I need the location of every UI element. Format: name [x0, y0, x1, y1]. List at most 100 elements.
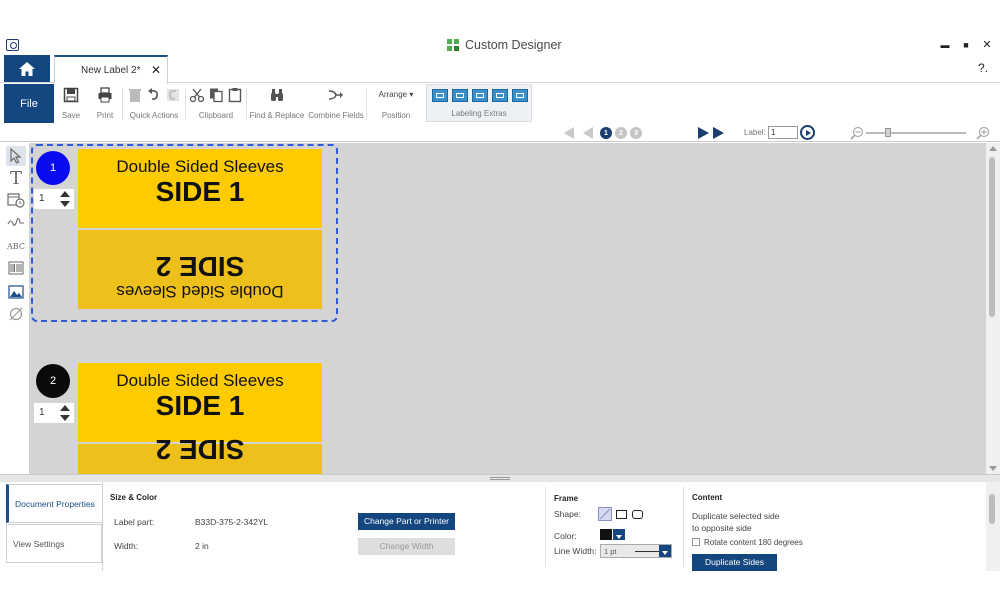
- splitter-grip-icon[interactable]: [490, 477, 510, 480]
- label-1-side-2[interactable]: Double Sided Sleeves SIDE 2: [78, 230, 322, 309]
- line-width-select[interactable]: 1 pt: [600, 544, 672, 558]
- print-group[interactable]: Print: [92, 84, 118, 124]
- paste-icon[interactable]: [227, 86, 243, 104]
- labeling-extra-icon[interactable]: [432, 89, 448, 102]
- tab-new-label-2[interactable]: New Label 2* ✕: [54, 55, 168, 84]
- change-width-button[interactable]: Change Width: [358, 538, 455, 555]
- labeling-extra-icon[interactable]: [492, 89, 508, 102]
- section-divider: [683, 487, 684, 567]
- barcode-tool[interactable]: [6, 258, 26, 278]
- home-button[interactable]: [4, 55, 50, 82]
- window-title-text: Custom Designer: [465, 38, 562, 52]
- window-title: Custom Designer: [447, 38, 562, 52]
- last-page-icon[interactable]: [713, 127, 724, 139]
- spinner-arrows-icon[interactable]: [59, 191, 71, 207]
- select-tool[interactable]: [6, 146, 26, 166]
- page-2-button[interactable]: 2: [615, 127, 627, 139]
- label-2-side-1[interactable]: Double Sided Sleeves SIDE 1: [78, 363, 322, 442]
- serial-number-icon[interactable]: [512, 89, 528, 102]
- properties-scrollbar[interactable]: [986, 482, 1000, 571]
- label-1-side-2-line-1: Double Sided Sleeves: [116, 282, 284, 301]
- object-tool-palette: T ABC: [0, 143, 30, 474]
- line-width-value: 1 pt: [604, 547, 617, 556]
- label-1-number-badge: 1: [36, 151, 70, 185]
- tab-label: New Label 2*: [81, 65, 141, 76]
- close-window-button[interactable]: ✕: [977, 38, 997, 51]
- delete-icon[interactable]: [127, 86, 143, 104]
- duplicate-sides-button[interactable]: Duplicate Sides: [692, 554, 777, 571]
- label-number-input[interactable]: 1: [768, 126, 798, 139]
- tab-view-settings[interactable]: View Settings: [6, 524, 102, 563]
- frame-color-swatch[interactable]: [600, 529, 612, 540]
- combine-fields-group[interactable]: Combine Fields: [308, 84, 364, 124]
- change-part-or-printer-button[interactable]: Change Part or Printer: [358, 513, 455, 530]
- label-1-quantity-stepper[interactable]: 1: [34, 189, 74, 209]
- line-width-caption: Line Width:: [554, 546, 597, 556]
- arrange-dropdown[interactable]: Arrange ▾: [370, 90, 422, 99]
- signature-icon: [7, 217, 24, 226]
- document-tab-bar: New Label 2* ✕ ?.: [0, 55, 1000, 84]
- close-tab-icon[interactable]: ✕: [151, 63, 161, 77]
- find-replace-group[interactable]: Find & Replace: [248, 84, 306, 124]
- page-1-button[interactable]: 1: [600, 127, 612, 139]
- labeling-extra-icon[interactable]: [472, 89, 488, 102]
- save-group[interactable]: Save: [58, 84, 84, 124]
- signature-line-tool[interactable]: [6, 212, 26, 232]
- no-frame-shape-icon[interactable]: [598, 507, 612, 521]
- frame-color-dropdown[interactable]: [613, 529, 625, 540]
- line-width-dropdown[interactable]: [659, 545, 671, 557]
- rectangle-frame-icon[interactable]: [616, 510, 627, 519]
- panel-splitter[interactable]: [0, 474, 1000, 482]
- properties-panel: Document Properties View Settings Size &…: [0, 482, 1000, 571]
- zoom-slider-track[interactable]: [866, 132, 966, 134]
- maximize-button[interactable]: ■: [956, 40, 976, 50]
- scrollbar-thumb[interactable]: [989, 494, 995, 524]
- label-1-side-1[interactable]: Double Sided Sleeves SIDE 1: [78, 149, 322, 228]
- rounded-rectangle-frame-icon[interactable]: [632, 510, 643, 519]
- help-button[interactable]: ?.: [978, 61, 988, 75]
- line-width-preview: [635, 551, 659, 552]
- label-1-side-1-line-1: Double Sided Sleeves: [116, 157, 284, 176]
- scroll-up-icon[interactable]: [989, 146, 997, 151]
- abc-icon: ABC: [7, 241, 25, 251]
- custom-designer-logo-icon: [447, 38, 460, 52]
- label-editor-canvas[interactable]: 1 1 Double Sided Sleeves SIDE 1 Double S…: [30, 143, 986, 474]
- zoom-out-icon[interactable]: [850, 126, 864, 140]
- page-3-button[interactable]: 3: [630, 127, 642, 139]
- find-replace-label: Find & Replace: [249, 111, 305, 120]
- shape-tool[interactable]: [6, 304, 26, 324]
- go-to-label-button[interactable]: [800, 125, 815, 140]
- minimize-button[interactable]: ▬: [935, 40, 955, 50]
- scrollbar-thumb[interactable]: [989, 157, 995, 317]
- spinner-arrows-icon[interactable]: [59, 405, 71, 421]
- save-label: Save: [61, 111, 81, 120]
- date-time-tool[interactable]: [6, 190, 26, 210]
- file-button[interactable]: File: [4, 84, 54, 123]
- rotate-content-checkbox[interactable]: [692, 538, 700, 546]
- cut-icon[interactable]: [189, 86, 205, 104]
- quick-actions-label: Quick Actions: [129, 111, 179, 120]
- abc-text-tool[interactable]: ABC: [6, 236, 26, 256]
- canvas-vertical-scrollbar[interactable]: [986, 143, 1000, 474]
- zoom-slider-handle[interactable]: [885, 128, 891, 137]
- next-page-icon[interactable]: [698, 127, 709, 139]
- first-page-icon[interactable]: [564, 127, 574, 139]
- picture-icon: [8, 285, 24, 299]
- label-number-caption: Label:: [744, 128, 766, 137]
- zoom-in-icon[interactable]: [976, 126, 990, 140]
- image-tool[interactable]: [6, 282, 26, 302]
- label-2-quantity-stepper[interactable]: 1: [34, 403, 74, 423]
- text-tool[interactable]: T: [6, 168, 26, 189]
- previous-page-icon[interactable]: [583, 127, 593, 139]
- redo-icon[interactable]: [165, 86, 181, 104]
- labeling-extra-icon[interactable]: [452, 89, 468, 102]
- label-2-side-2[interactable]: SIDE 2: [78, 434, 322, 474]
- scroll-down-icon[interactable]: [989, 466, 997, 471]
- tab-document-properties[interactable]: Document Properties: [6, 484, 102, 523]
- clipboard-group: Clipboard: [188, 84, 244, 124]
- copy-icon[interactable]: [208, 86, 224, 104]
- combine-fields-icon: [328, 90, 343, 100]
- position-label: Position: [381, 111, 411, 120]
- app-menu-icon[interactable]: [6, 39, 19, 51]
- undo-icon[interactable]: [146, 86, 162, 104]
